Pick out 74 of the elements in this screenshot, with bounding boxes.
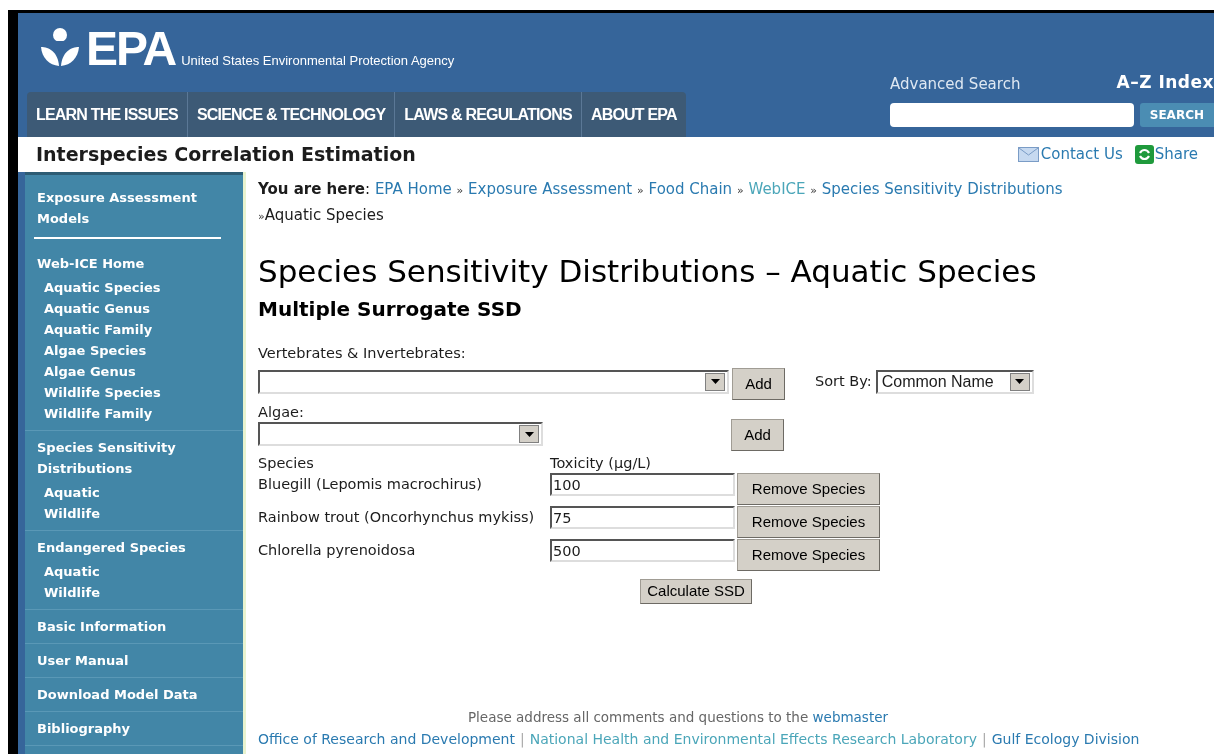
field-label: Vertebrates & Invertebrates:: [258, 344, 467, 363]
species-name: Bluegill (Lepomis macrochirus): [258, 475, 483, 494]
sidebar-item[interactable]: Aquatic: [44, 561, 231, 582]
form-button[interactable]: Remove Species: [737, 506, 880, 538]
link-separator: |: [981, 730, 987, 750]
sidebar-heading[interactable]: Exposure Assessment Models: [37, 187, 231, 229]
algae-select[interactable]: [258, 422, 543, 446]
column-header: Species: [258, 454, 315, 473]
sort-value: Common Name: [881, 371, 994, 392]
sort-select[interactable]: Common Name: [875, 369, 1034, 394]
sidebar-item[interactable]: Aquatic: [44, 482, 231, 503]
breadcrumb-link[interactable]: EPA Home: [374, 180, 452, 198]
envelope-icon: [1017, 147, 1039, 162]
species-name: Chlorella pyrenoidosa: [258, 541, 417, 560]
form-button[interactable]: Remove Species: [737, 473, 880, 505]
sidebar-heading[interactable]: Web-ICE Home: [37, 253, 231, 274]
column-header: Toxicity (µg/L): [550, 454, 651, 473]
breadcrumb-separator: »: [258, 210, 265, 223]
breadcrumb-current: Aquatic Species: [264, 206, 384, 224]
breadcrumb-link[interactable]: Exposure Assessment: [468, 180, 633, 198]
search-field[interactable]: [890, 103, 1134, 127]
toxicity-field[interactable]: 75: [550, 506, 735, 529]
footer-link[interactable]: Gulf Ecology Division: [991, 728, 1140, 750]
link-separator: |: [519, 730, 525, 750]
breadcrumb-separator: »: [810, 184, 818, 197]
contact-us-link[interactable]: Contact Us: [1017, 143, 1123, 166]
sidebar-heading[interactable]: Endangered Species: [37, 537, 231, 558]
page-subheading: Multiple Surrogate SSD: [258, 296, 523, 323]
footer-note: Please address all comments and questions to the webmaster: [466, 708, 890, 727]
sidebar-item[interactable]: Algae Genus: [44, 361, 231, 382]
nav-tab[interactable]: LEARN THE ISSUES: [27, 92, 187, 137]
a-z-index-link[interactable]: A–Z Index: [1116, 69, 1214, 95]
agency-name: United States Environmental Protection Agency: [181, 54, 455, 67]
sidebar-item[interactable]: Wildlife: [44, 582, 231, 603]
webmaster-link[interactable]: webmaster: [812, 709, 889, 725]
footer-link[interactable]: National Health and Environmental Effects Research Laboratory: [529, 728, 977, 750]
form-button[interactable]: Add: [732, 368, 785, 400]
breadcrumb-link[interactable]: Species Sensitivity Distributions: [821, 180, 1063, 198]
breadcrumb-separator: »: [637, 184, 644, 197]
species-name: Rainbow trout (Oncorhynchus mykiss): [258, 508, 536, 527]
sidebar-item[interactable]: Wildlife: [44, 503, 231, 524]
field-label: Algae:: [258, 403, 305, 422]
sidebar-item[interactable]: Aquatic Species: [44, 277, 231, 298]
sidebar-heading[interactable]: Basic Information: [37, 616, 231, 637]
breadcrumb-separator: »: [456, 184, 464, 197]
search-button[interactable]: SEARCH: [1139, 103, 1214, 127]
page-heading: Species Sensitivity Distributions – Aquatic Species: [258, 252, 1038, 291]
breadcrumb-label: You are here:: [258, 180, 371, 198]
sidebar-heading[interactable]: Bibliography: [37, 718, 231, 739]
advanced-search-link[interactable]: Advanced Search: [890, 72, 1021, 95]
breadcrumb-link[interactable]: WebICE: [748, 180, 806, 198]
form-button[interactable]: Remove Species: [737, 539, 880, 571]
flower-logo-icon: [40, 27, 80, 67]
form-button[interactable]: Add: [731, 419, 784, 451]
sidebar-item[interactable]: Wildlife Family: [44, 403, 231, 424]
form-button[interactable]: Calculate SSD: [640, 579, 752, 604]
sidebar-heading[interactable]: Species Sensitivity Distributions: [37, 437, 231, 479]
share-icon: [1134, 145, 1154, 164]
footer-link[interactable]: Office of Research and Development: [258, 728, 515, 750]
toxicity-field[interactable]: 500: [550, 539, 735, 562]
share-link[interactable]: Share: [1134, 143, 1198, 166]
logo-wordmark[interactable]: EPA: [86, 29, 176, 69]
sidebar-item[interactable]: Wildlife Species: [44, 382, 231, 403]
breadcrumb-link[interactable]: Food Chain: [648, 180, 733, 198]
toxicity-field[interactable]: 100: [550, 473, 735, 496]
breadcrumb-separator: »: [736, 184, 744, 197]
sidebar-item[interactable]: Aquatic Family: [44, 319, 231, 340]
sort-by-label: Sort By:: [815, 371, 872, 391]
species-select[interactable]: [258, 369, 729, 394]
site-title: Interspecies Correlation Estimation: [36, 142, 416, 168]
sidebar-item[interactable]: Algae Species: [44, 340, 231, 361]
sidebar-item[interactable]: Aquatic Genus: [44, 298, 231, 319]
sidebar-heading[interactable]: User Manual: [37, 650, 231, 671]
sidebar-heading[interactable]: Download Model Data: [37, 684, 231, 705]
